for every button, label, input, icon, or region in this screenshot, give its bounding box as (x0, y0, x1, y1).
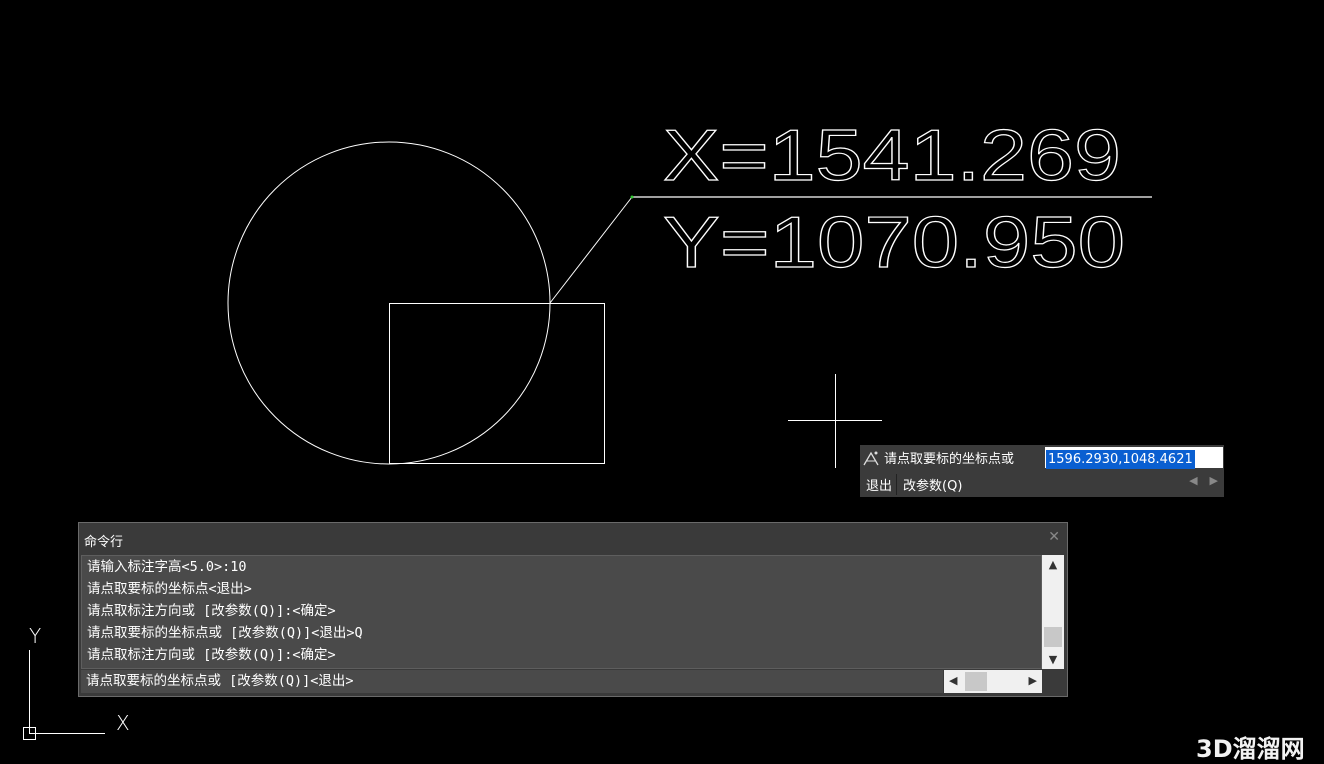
coordinate-input-field[interactable]: 1596.2930,1048.4621 (1045, 447, 1223, 469)
drawn-rectangle[interactable] (389, 303, 605, 464)
history-line: 请点取要标的坐标点或 [改参数(Q)]<退出>Q (87, 625, 363, 641)
dynamic-prompt-label: 请点取要标的坐标点或 (884, 452, 1015, 467)
dynamic-input-prompt: 请点取要标的坐标点或 1596.2930,1048.4621 退出 改参数(Q)… (860, 445, 1224, 497)
scroll-up-icon[interactable]: ▲ (1042, 558, 1064, 571)
coordinate-input-value[interactable]: 1596.2930,1048.4621 (1046, 450, 1195, 469)
command-input-text[interactable]: 请点取要标的坐标点或 [改参数(Q)]<退出> (81, 670, 943, 692)
option-next-icon[interactable]: ▶ (1210, 474, 1218, 487)
scroll-right-icon[interactable]: ▶ (1029, 674, 1037, 687)
command-window: 命令行 ✕ 请输入标注字高<5.0>:10 请点取要标的坐标点<退出> 请点取标… (78, 522, 1068, 697)
horizontal-scroll-thumb[interactable] (965, 672, 987, 691)
dynamic-input-icon (860, 445, 882, 470)
ucs-x-label: X (116, 711, 130, 735)
history-line: 请点取要标的坐标点<退出> (87, 581, 252, 597)
history-line: 请点取标注方向或 [改参数(Q)]:<确定> (87, 603, 336, 619)
option-prev-icon[interactable]: ◀ (1189, 474, 1197, 487)
coordinate-label-x: X=1541.269 (663, 116, 1121, 196)
leader-line (549, 196, 633, 304)
history-vertical-scrollbar[interactable]: ▲ ▼ (1042, 555, 1064, 669)
history-line: 请输入标注字高<5.0>:10 (87, 559, 247, 575)
scroll-down-icon[interactable]: ▼ (1042, 653, 1064, 666)
option-change-params[interactable]: 改参数(Q) (897, 475, 966, 494)
history-line: 请点取标注方向或 [改参数(Q)]:<确定> (87, 647, 336, 663)
option-exit[interactable]: 退出 (860, 475, 896, 494)
watermark-logo: 3D溜溜网 (1196, 735, 1305, 763)
vertical-scroll-thumb[interactable] (1044, 627, 1062, 647)
leader-point (630, 195, 634, 199)
command-window-title: 命令行 (84, 535, 124, 550)
close-icon[interactable]: ✕ (1048, 529, 1060, 545)
ucs-y-label: Y (29, 624, 42, 648)
scroll-left-icon[interactable]: ◀ (949, 674, 957, 687)
command-input[interactable]: 请点取要标的坐标点或 [改参数(Q)]<退出> (81, 670, 943, 693)
input-horizontal-scrollbar[interactable]: ◀ ▶ (944, 670, 1042, 693)
command-history: 请输入标注字高<5.0>:10 请点取要标的坐标点<退出> 请点取标注方向或 [… (81, 555, 1042, 669)
coordinate-label-y: Y=1070.950 (663, 203, 1125, 283)
